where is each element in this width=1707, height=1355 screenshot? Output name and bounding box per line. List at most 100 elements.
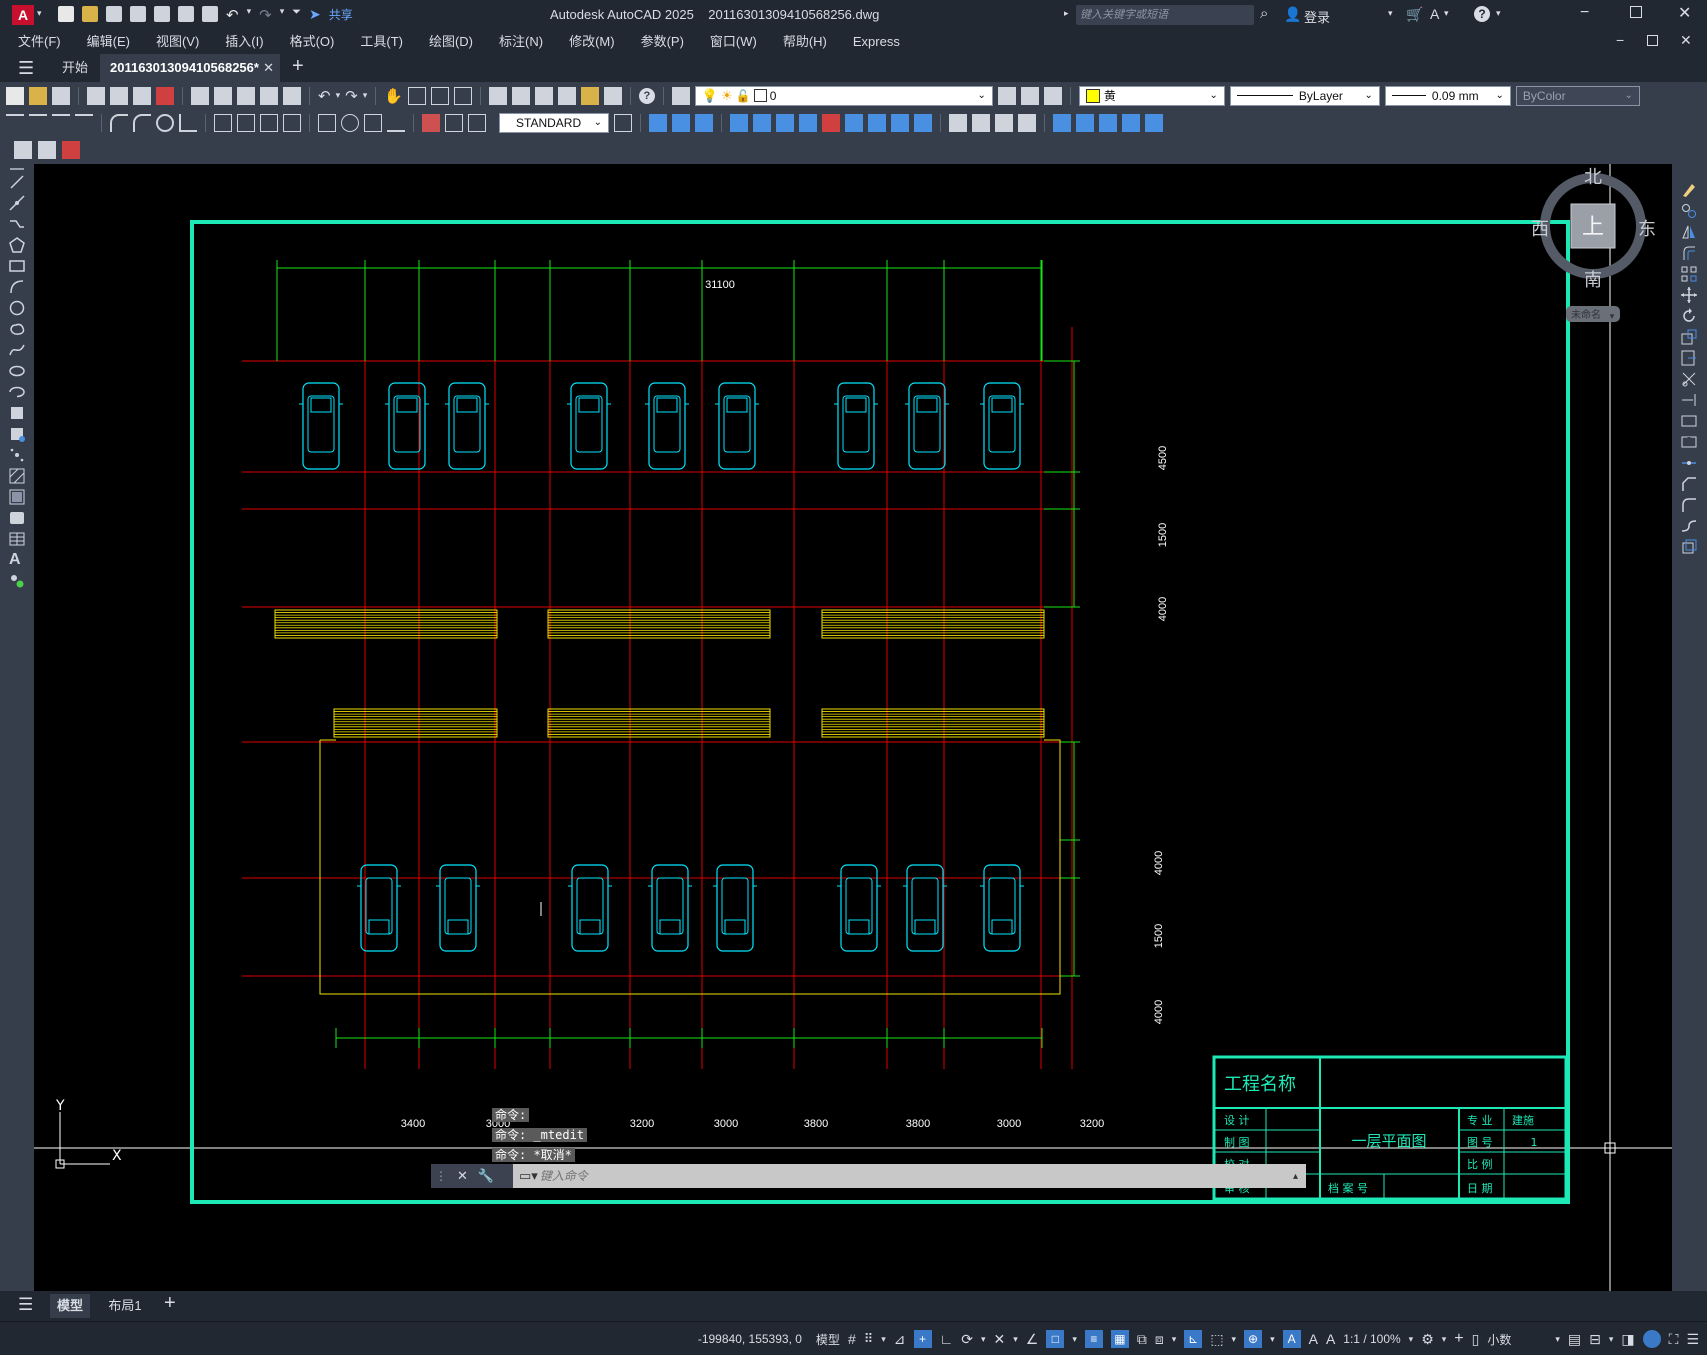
undo-dropdown-icon[interactable]: ▾ [247, 6, 252, 24]
section-plane-icon[interactable] [914, 113, 932, 132]
compass-west[interactable]: 西 [1531, 219, 1549, 240]
dim-bottom-8[interactable]: 3200 [1080, 1118, 1104, 1130]
zoom-window-icon[interactable] [430, 86, 449, 105]
compass-south[interactable]: 南 [1584, 270, 1602, 291]
3d-object-snap-icon[interactable]: ⧈ [1155, 1331, 1164, 1348]
3d-move-icon[interactable] [1053, 113, 1071, 132]
car-windshield[interactable] [368, 919, 390, 935]
help-dropdown-icon[interactable]: ▾ [1496, 8, 1501, 19]
share-button[interactable]: 共享 [329, 6, 353, 24]
building-outline[interactable] [319, 739, 1061, 995]
dim-right-bottom-1[interactable]: 4000 [1153, 851, 1165, 875]
arc-icon[interactable] [8, 278, 26, 296]
command-line-customize-icon[interactable]: 🔧 [478, 1168, 494, 1184]
car-cabin[interactable] [842, 395, 870, 453]
command-line-grip-icon[interactable]: ⋮ [435, 1169, 447, 1183]
plot-toolbar-icon[interactable] [87, 86, 105, 105]
scale-icon[interactable] [1680, 328, 1698, 346]
ramp-hatch-frame[interactable] [547, 708, 771, 738]
car-block[interactable] [834, 382, 878, 470]
redo-dropdown-icon[interactable]: ▾ [280, 6, 285, 24]
coordinates-readout[interactable]: -199840, 155393, 0 [698, 1332, 802, 1346]
menu-parametric[interactable]: 参数(P) [628, 30, 697, 54]
autodesk-a360-icon[interactable]: A [1430, 6, 1439, 22]
search-expand-icon[interactable]: ▸ [1064, 8, 1069, 19]
car-cabin[interactable] [988, 877, 1016, 935]
break-icon[interactable] [1680, 433, 1698, 451]
dim-continue-icon[interactable] [260, 113, 278, 132]
make-block-icon[interactable] [8, 425, 26, 443]
filter-dropdown-icon[interactable]: ▾ [1232, 1334, 1237, 1345]
make-current-layer-icon[interactable] [997, 86, 1016, 105]
isodraft-dropdown-icon[interactable]: ▾ [1013, 1334, 1018, 1345]
plot-icon[interactable] [202, 6, 218, 22]
circle-icon[interactable] [8, 299, 26, 317]
dim-update-icon[interactable] [468, 113, 486, 132]
extrude-icon[interactable] [730, 113, 748, 132]
move-icon[interactable] [1680, 286, 1698, 304]
sheet-frame[interactable] [190, 220, 1570, 1204]
join-icon[interactable] [1680, 454, 1698, 472]
wcs-dropdown-icon[interactable]: ▾ [1610, 311, 1615, 321]
layer-lock-icon[interactable]: 🔓 [736, 86, 751, 106]
pan-icon[interactable]: ✋ [384, 87, 403, 105]
gizmo-dropdown-icon[interactable]: ▾ [1270, 1334, 1275, 1345]
shell-icon[interactable] [1018, 113, 1036, 132]
car-windshield[interactable] [456, 397, 478, 413]
ellipse-arc-icon[interactable] [8, 383, 26, 401]
design-center-icon[interactable] [511, 86, 530, 105]
car-windshield[interactable] [579, 919, 601, 935]
spline-icon[interactable] [8, 341, 26, 359]
dim-text-edit-icon[interactable] [445, 113, 463, 132]
auto-scale-icon[interactable]: A [1309, 1331, 1318, 1347]
blend-curves-icon[interactable] [1680, 517, 1698, 535]
car-windshield[interactable] [578, 397, 600, 413]
ramp-hatch-frame[interactable] [821, 609, 1045, 639]
viewcube[interactable]: 上 北 南 东 西 未命名 ▾ [1528, 164, 1668, 344]
units-icon[interactable]: ▯ [1472, 1331, 1480, 1348]
properties-icon[interactable] [488, 86, 507, 105]
dim-overall-text[interactable]: 31100 [705, 279, 735, 291]
dim-right-bottom-3[interactable]: 4000 [1153, 1000, 1165, 1024]
car-windshield[interactable] [726, 397, 748, 413]
car-block[interactable] [905, 382, 949, 470]
dim-ordinate-icon[interactable] [75, 113, 93, 132]
box-icon[interactable] [649, 113, 667, 132]
tab-menu-icon[interactable]: ☰ [18, 58, 34, 79]
dim-edit-icon[interactable] [422, 113, 440, 132]
find-text-icon[interactable] [38, 141, 56, 159]
undo-toolbar-icon[interactable]: ↶ [318, 87, 331, 105]
units-dropdown-icon[interactable]: ▾ [1555, 1334, 1560, 1345]
car-cabin[interactable] [576, 877, 604, 935]
dim-radius-icon[interactable] [110, 113, 128, 132]
car-block[interactable] [715, 382, 759, 470]
login-dropdown-icon[interactable]: ▾ [1388, 8, 1393, 19]
union-icon[interactable] [799, 113, 817, 132]
quickcalc-icon[interactable] [603, 86, 622, 105]
extend-icon[interactable] [1680, 391, 1698, 409]
paste-icon[interactable] [237, 86, 255, 105]
tab-model[interactable]: 模型 [50, 1294, 90, 1318]
dim-bottom-6[interactable]: 3800 [906, 1118, 930, 1130]
menu-edit[interactable]: 编辑(E) [74, 30, 143, 54]
car-cabin[interactable] [393, 395, 421, 453]
array-icon[interactable] [1680, 265, 1698, 283]
plot-preview-icon[interactable] [110, 86, 128, 105]
dynamic-input-icon[interactable]: + [913, 1330, 932, 1348]
car-cabin[interactable] [653, 395, 681, 453]
save-icon[interactable] [106, 6, 122, 22]
lock-ui-icon[interactable]: ⊟ [1589, 1331, 1601, 1348]
search-icon[interactable]: ⌕ [1260, 5, 1268, 22]
revision-cloud-icon[interactable] [8, 320, 26, 338]
wedge-icon[interactable] [672, 113, 690, 132]
ortho-icon[interactable]: ∟ [940, 1331, 954, 1347]
dimstyle-manager-icon[interactable] [614, 113, 632, 132]
layer-on-icon[interactable]: 💡 [702, 86, 718, 106]
lineweight-display-icon[interactable]: ≡ [1084, 1330, 1103, 1348]
compass-north[interactable]: 北 [1584, 167, 1602, 188]
menu-window[interactable]: 窗口(W) [697, 30, 770, 54]
dim-bottom-7[interactable]: 3000 [997, 1118, 1021, 1130]
interfere-icon[interactable] [891, 113, 909, 132]
lock-ui-dropdown-icon[interactable]: ▾ [1609, 1334, 1614, 1345]
dim-right-top-1[interactable]: 4500 [1157, 446, 1169, 470]
